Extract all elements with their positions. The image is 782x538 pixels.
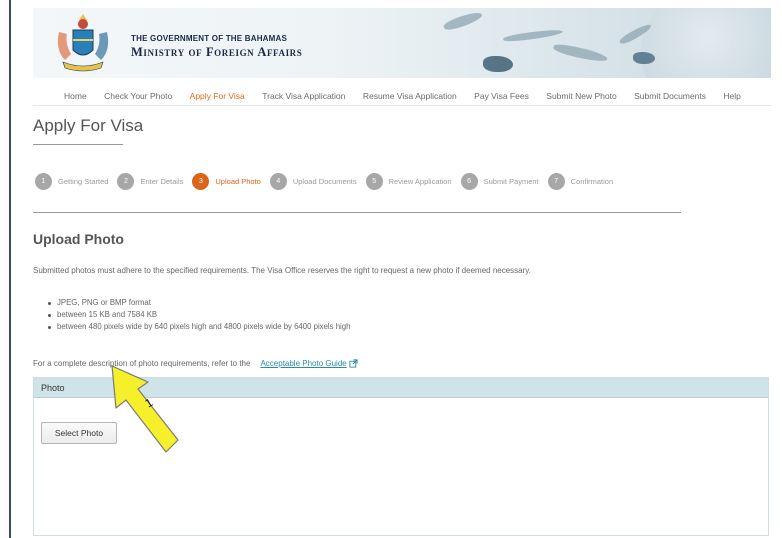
main-nav: Home Check Your Photo Apply For Visa Tra… [33,86,771,106]
photo-requirements-list: JPEG, PNG or BMP format between 15 KB an… [48,297,350,333]
left-margin [0,0,9,538]
step-getting-started: 1 Getting Started [35,173,108,190]
left-border-line [9,0,11,538]
header-banner: THE GOVERNMENT OF THE BAHAMAS Ministry o… [33,8,771,78]
progress-stepper: 1 Getting Started 2 Enter Details 3 Uplo… [35,173,622,190]
step-label: Enter Details [140,177,184,186]
step-number: 5 [365,173,383,190]
step-review-application: 5 Review Application [365,173,452,190]
external-link-icon[interactable] [349,359,358,368]
nav-pay-visa-fees[interactable]: Pay Visa Fees [474,86,529,105]
nav-home[interactable]: Home [64,86,87,105]
globe-graphic [641,8,771,78]
map-island [483,56,513,72]
bahamas-coat-of-arms-icon [57,14,109,72]
step-number: 2 [117,173,135,190]
nav-check-your-photo[interactable]: Check Your Photo [104,86,172,105]
photo-guide-line: For a complete description of photo requ… [33,359,358,368]
step-label: Submit Payment [483,177,539,186]
step-label: Confirmation [570,177,614,186]
step-enter-details: 2 Enter Details [117,173,183,190]
map-island [633,52,655,64]
step-label: Upload Documents [292,177,357,186]
annotation-arrow-icon: 1 [111,365,179,453]
step-submit-payment: 6 Submit Payment [460,173,539,190]
step-confirmation: 7 Confirmation [547,173,614,190]
nav-track-visa-application[interactable]: Track Visa Application [262,86,345,105]
stepper-divider [33,212,681,213]
map-island [552,42,609,64]
government-line: THE GOVERNMENT OF THE BAHAMAS [131,34,288,43]
page-title: Apply For Visa [33,116,144,135]
nav-apply-for-visa[interactable]: Apply For Visa [190,86,245,105]
step-upload-documents: 4 Upload Documents [269,173,357,190]
nav-submit-documents[interactable]: Submit Documents [634,86,706,105]
step-label: Review Application [388,177,452,186]
select-photo-button[interactable]: Select Photo [41,422,117,444]
map-island [442,9,484,33]
step-number: 3 [192,173,210,190]
section-title: Upload Photo [33,231,124,247]
list-item: JPEG, PNG or BMP format [48,297,350,309]
step-number: 6 [460,173,478,190]
step-number: 4 [269,173,287,190]
step-number: 7 [547,173,565,190]
nav-submit-new-photo[interactable]: Submit New Photo [546,86,616,105]
ministry-title: Ministry of Foreign Affairs [131,45,303,59]
step-upload-photo: 3 Upload Photo [192,173,261,190]
acceptable-photo-guide-link[interactable]: Acceptable Photo Guide [260,359,346,368]
title-underline [33,144,123,145]
step-number: 1 [35,173,52,190]
list-item: between 480 pixels wide by 640 pixels hi… [48,321,350,333]
map-island [502,27,564,44]
nav-help[interactable]: Help [723,86,740,105]
nav-resume-visa-application[interactable]: Resume Visa Application [363,86,457,105]
step-label: Upload Photo [215,177,261,186]
step-label: Getting Started [58,177,109,186]
intro-text: Submitted photos must adhere to the spec… [33,266,531,275]
list-item: between 15 KB and 7584 KB [48,309,350,321]
